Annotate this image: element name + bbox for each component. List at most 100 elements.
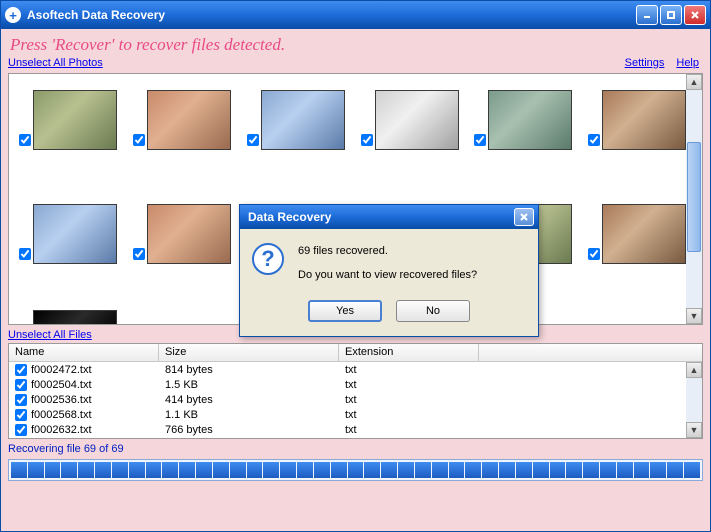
column-name[interactable]: Name: [9, 344, 159, 361]
scroll-track[interactable]: [686, 90, 702, 308]
file-row[interactable]: f0002472.txt814 bytestxt: [9, 362, 702, 377]
thumbnail-image[interactable]: [33, 90, 117, 150]
progress-segment: [432, 462, 448, 478]
thumbnail-checkbox[interactable]: [19, 134, 31, 146]
column-size[interactable]: Size: [159, 344, 339, 361]
yes-button[interactable]: Yes: [308, 300, 382, 322]
file-checkbox[interactable]: [15, 379, 27, 391]
scroll-thumb[interactable]: [687, 142, 701, 252]
thumbnail-checkbox[interactable]: [474, 134, 486, 146]
settings-link[interactable]: Settings: [625, 57, 665, 69]
unselect-all-files-link[interactable]: Unselect All Files: [8, 329, 92, 341]
thumbnail-checkbox[interactable]: [133, 134, 145, 146]
progress-segment: [533, 462, 549, 478]
file-checkbox[interactable]: [15, 409, 27, 421]
progress-segment: [583, 462, 599, 478]
thumbnail-cell[interactable]: [243, 82, 355, 192]
thumbnail-image[interactable]: [602, 204, 686, 264]
minimize-button[interactable]: [636, 5, 658, 25]
thumbnail-checkbox[interactable]: [588, 134, 600, 146]
thumbnail-checkbox[interactable]: [247, 134, 259, 146]
thumbnail-cell[interactable]: [15, 82, 127, 192]
file-row[interactable]: f0002632.txt766 bytestxt: [9, 422, 702, 437]
dialog-message: 69 files recovered. Do you want to view …: [298, 243, 477, 284]
dialog-titlebar: Data Recovery: [240, 205, 538, 229]
app-icon: +: [5, 7, 21, 23]
dialog-close-button[interactable]: [514, 208, 534, 226]
thumbnail-image[interactable]: [33, 204, 117, 264]
files-scroll-up-icon[interactable]: ▲: [686, 362, 702, 378]
progress-segment: [650, 462, 666, 478]
file-name: f0002504.txt: [31, 379, 92, 391]
thumbnail-cell[interactable]: [129, 82, 241, 192]
progress-segment: [617, 462, 633, 478]
file-extension: txt: [339, 364, 479, 376]
thumbnail-image[interactable]: [488, 90, 572, 150]
thumbnail-checkbox[interactable]: [133, 248, 145, 260]
progress-segment: [247, 462, 263, 478]
file-row[interactable]: f0002568.txt 1.1 KBtxt: [9, 407, 702, 422]
thumbnail-image[interactable]: [261, 90, 345, 150]
progress-segment: [482, 462, 498, 478]
file-row[interactable]: f0002536.txt414 bytestxt: [9, 392, 702, 407]
no-button[interactable]: No: [396, 300, 470, 322]
progress-segment: [196, 462, 212, 478]
progress-bar: [8, 459, 703, 481]
progress-segment: [465, 462, 481, 478]
recovery-dialog: Data Recovery ? 69 files recovered. Do y…: [239, 204, 539, 337]
file-size: 414 bytes: [159, 394, 339, 406]
file-checkbox[interactable]: [15, 364, 27, 376]
thumbnails-scrollbar[interactable]: ▲ ▼: [686, 74, 702, 324]
titlebar: + Asoftech Data Recovery: [1, 1, 710, 29]
thumbnail-cell[interactable]: [470, 82, 582, 192]
top-links-row: Unselect All Photos Settings Help: [4, 57, 707, 73]
file-checkbox[interactable]: [15, 424, 27, 436]
progress-segment: [95, 462, 111, 478]
thumbnail-image[interactable]: [602, 90, 686, 150]
progress-segment: [364, 462, 380, 478]
column-extension[interactable]: Extension: [339, 344, 479, 361]
app-window: + Asoftech Data Recovery Press 'Recover'…: [0, 0, 711, 532]
files-scroll-down-icon[interactable]: ▼: [686, 422, 702, 438]
status-text: Recovering file 69 of 69: [4, 439, 707, 457]
thumbnail-cell[interactable]: [129, 196, 241, 306]
progress-segment: [415, 462, 431, 478]
thumbnail-image[interactable]: [33, 310, 117, 325]
files-scrollbar[interactable]: ▲ ▼: [686, 362, 702, 438]
progress-segment: [516, 462, 532, 478]
file-size: 1.1 KB: [159, 409, 339, 421]
thumbnail-image[interactable]: [147, 90, 231, 150]
file-extension: txt: [339, 379, 479, 391]
thumbnail-cell[interactable]: [584, 196, 696, 306]
thumbnail-checkbox[interactable]: [19, 248, 31, 260]
question-icon: ?: [252, 243, 284, 275]
files-scroll-track[interactable]: [686, 378, 702, 422]
file-row[interactable]: f0002504.txt1.5 KBtxt: [9, 377, 702, 392]
progress-segment: [331, 462, 347, 478]
thumbnail-checkbox[interactable]: [361, 134, 373, 146]
file-checkbox[interactable]: [15, 394, 27, 406]
files-panel: Name Size Extension f0002472.txt814 byte…: [8, 343, 703, 439]
progress-segment: [280, 462, 296, 478]
thumbnail-image[interactable]: [147, 204, 231, 264]
thumbnail-checkbox[interactable]: [588, 248, 600, 260]
dialog-line1: 69 files recovered.: [298, 243, 477, 261]
thumbnail-cell[interactable]: [584, 82, 696, 192]
thumbnail-image[interactable]: [375, 90, 459, 150]
app-title: Asoftech Data Recovery: [27, 8, 634, 22]
file-name: f0002632.txt: [31, 424, 92, 436]
thumbnail-cell[interactable]: [15, 196, 127, 306]
file-extension: txt: [339, 409, 479, 421]
progress-segment: [213, 462, 229, 478]
close-button[interactable]: [684, 5, 706, 25]
file-name: f0002568.txt: [31, 409, 92, 421]
scroll-up-icon[interactable]: ▲: [686, 74, 702, 90]
file-size: 814 bytes: [159, 364, 339, 376]
unselect-all-photos-link[interactable]: Unselect All Photos: [8, 57, 103, 69]
scroll-down-icon[interactable]: ▼: [686, 308, 702, 324]
help-link[interactable]: Help: [676, 57, 699, 69]
thumbnail-cell[interactable]: [15, 310, 127, 325]
progress-segment: [348, 462, 364, 478]
thumbnail-cell[interactable]: [357, 82, 469, 192]
maximize-button[interactable]: [660, 5, 682, 25]
